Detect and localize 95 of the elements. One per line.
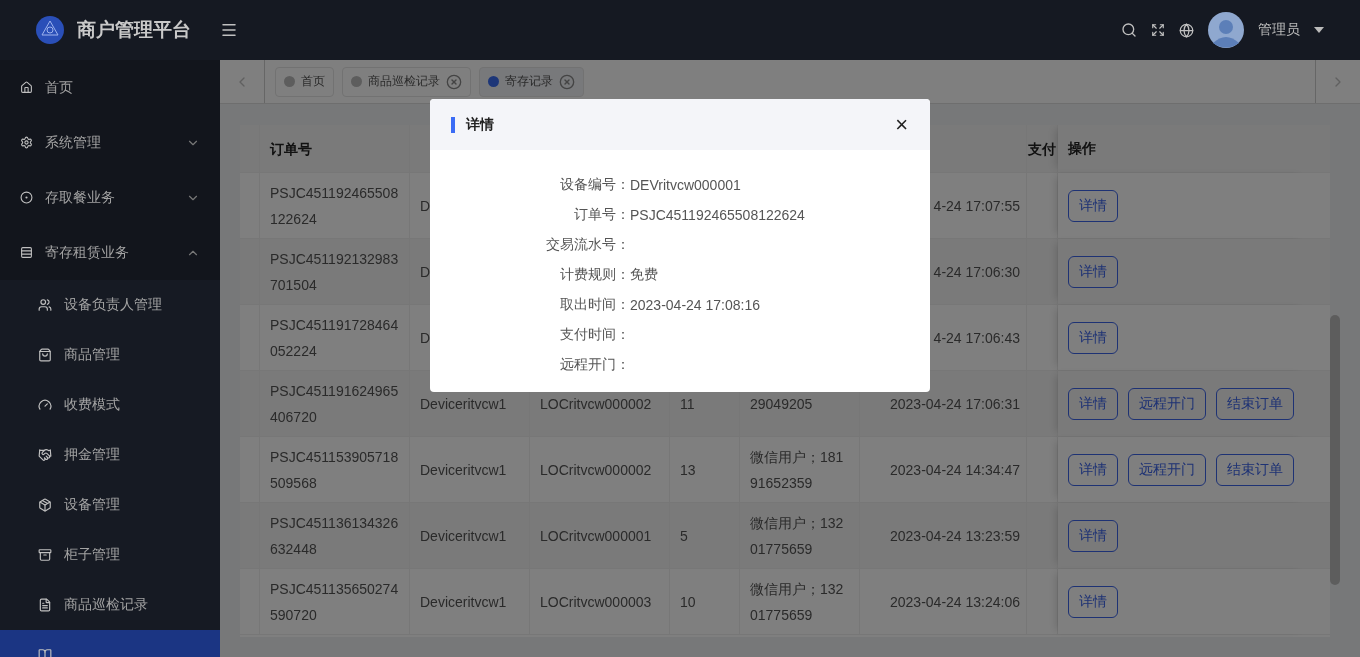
table-cell: LOCritvcw000003 <box>530 569 670 634</box>
box-icon <box>38 498 52 512</box>
sidebar-label: 收费模式 <box>64 396 120 414</box>
sidebar-subitem[interactable]: 商品巡检记录 <box>0 580 220 630</box>
sidebar-label: 商品管理 <box>64 346 120 364</box>
tab-dot-icon <box>284 76 295 87</box>
field-label: 订单号： <box>574 206 630 224</box>
action-button[interactable]: 远程开门 <box>1128 387 1206 420</box>
menu-icon[interactable] <box>220 21 238 39</box>
sidebar-label: 设备管理 <box>64 496 120 514</box>
archive-icon <box>38 548 52 562</box>
document-icon <box>38 598 52 612</box>
sidebar-subitem[interactable]: 设备负责人管理 <box>0 280 220 330</box>
page-tab[interactable]: 首页 <box>275 66 334 97</box>
table-cell: 2023-04-24 13:23:59 <box>860 503 1027 568</box>
table-cell: 2023-04-24 13:24:06 <box>860 569 1027 634</box>
scrollbar-thumb[interactable] <box>1330 315 1340 585</box>
table-cell: 5 <box>670 503 740 568</box>
sidebar-subitem[interactable]: 商品管理 <box>0 330 220 380</box>
action-button[interactable]: 详情 <box>1068 255 1118 288</box>
table-cell: PSJC451192465508122624 <box>260 173 410 238</box>
table-cell: 微信用户；13201775659 <box>740 569 860 634</box>
caret-icon[interactable] <box>1314 27 1324 33</box>
action-button[interactable]: 详情 <box>1068 321 1118 354</box>
page-tab[interactable]: 商品巡检记录 <box>342 66 471 97</box>
action-button[interactable]: 结束订单 <box>1216 453 1294 486</box>
table-cell: PSJC451191624965406720 <box>260 371 410 436</box>
title-accent-bar <box>451 116 455 133</box>
circle-icon <box>20 191 33 204</box>
sidebar-label: 柜子管理 <box>64 546 120 564</box>
field-value: 2023-04-24 17:08:16 <box>630 297 761 313</box>
table-cell: LOCritvcw000002 <box>530 437 670 502</box>
action-button[interactable]: 详情 <box>1068 189 1118 222</box>
avatar-icon[interactable] <box>1208 12 1244 48</box>
sidebar-label: 押金管理 <box>64 446 120 464</box>
home-icon <box>20 81 33 94</box>
sidebar-subitem[interactable]: 押金管理 <box>0 430 220 480</box>
user-name[interactable]: 管理员 <box>1258 21 1300 39</box>
tab-dot-icon <box>351 76 362 87</box>
search-icon[interactable] <box>1121 22 1137 38</box>
field-label: 交易流水号： <box>546 236 630 254</box>
column-header: 订单号 <box>260 125 410 172</box>
table-cell: 10 <box>670 569 740 634</box>
sidebar-label: 设备负责人管理 <box>64 296 162 314</box>
table-cell: PSJC451135650274590720 <box>260 569 410 634</box>
column-header: 操作 <box>1058 125 1308 172</box>
sidebar-subitem[interactable]: 设备管理 <box>0 480 220 530</box>
table-cell: 13 <box>670 437 740 502</box>
action-button[interactable]: 结束订单 <box>1216 387 1294 420</box>
field-value: DEVritvcw000001 <box>630 177 742 193</box>
sidebar-label: 系统管理 <box>45 133 101 152</box>
users-icon <box>38 298 52 312</box>
table-cell: Deviceritvcw1 <box>410 569 530 634</box>
table-cell: Deviceritvcw1 <box>410 437 530 502</box>
bag-icon <box>38 348 52 362</box>
action-button[interactable]: 详情 <box>1068 453 1118 486</box>
table-cell: PSJC451191728464052224 <box>260 305 410 370</box>
sidebar-subitem[interactable]: 柜子管理 <box>0 530 220 580</box>
globe-icon[interactable] <box>1179 22 1194 38</box>
field-value: PSJC451192465508122624 <box>630 207 806 223</box>
page-tab[interactable]: 寄存记录 <box>479 66 584 97</box>
gauge-icon <box>38 398 52 412</box>
list-icon <box>20 246 33 259</box>
table-cell: LOCritvcw000001 <box>530 503 670 568</box>
table-cell: 微信用户；18191652359 <box>740 437 860 502</box>
table-cell: 2023-04-24 14:34:47 <box>860 437 1027 502</box>
field-label: 设备编号： <box>560 176 630 194</box>
action-button[interactable]: 远程开门 <box>1128 453 1206 486</box>
gear-icon <box>20 136 33 149</box>
field-label: 远程开门： <box>560 356 630 374</box>
action-button[interactable]: 详情 <box>1068 585 1118 618</box>
action-button[interactable]: 详情 <box>1068 387 1118 420</box>
fullscreen-icon[interactable] <box>1151 23 1165 37</box>
table-cell: PSJC451192132983701504 <box>260 239 410 304</box>
sidebar-label: 商品巡检记录 <box>64 596 148 614</box>
logo-icon <box>35 15 65 45</box>
sidebar-subitem[interactable]: 收费模式 <box>0 380 220 430</box>
app-title: 商户管理平台 <box>77 18 191 42</box>
field-value: 免费 <box>630 266 659 284</box>
table-cell: 微信用户；13201775659 <box>740 503 860 568</box>
sidebar-label: 存取餐业务 <box>45 188 115 207</box>
field-label: 计费规则： <box>560 266 630 284</box>
field-label: 支付时间： <box>560 326 630 344</box>
handshake-icon <box>38 448 52 462</box>
dialog-title: 详情 <box>466 115 494 134</box>
action-button[interactable]: 详情 <box>1068 519 1118 552</box>
tab-dot-icon <box>488 76 499 87</box>
close-button[interactable]: × <box>895 113 908 136</box>
sidebar-label: 寄存租赁业务 <box>45 243 129 262</box>
close-icon[interactable] <box>446 73 462 90</box>
field-label: 取出时间： <box>560 296 630 314</box>
table-cell: PSJC451136134326632448 <box>260 503 410 568</box>
table-cell: Deviceritvcw1 <box>410 503 530 568</box>
sidebar-label: 首页 <box>45 78 73 97</box>
table-cell: PSJC451153905718509568 <box>260 437 410 502</box>
